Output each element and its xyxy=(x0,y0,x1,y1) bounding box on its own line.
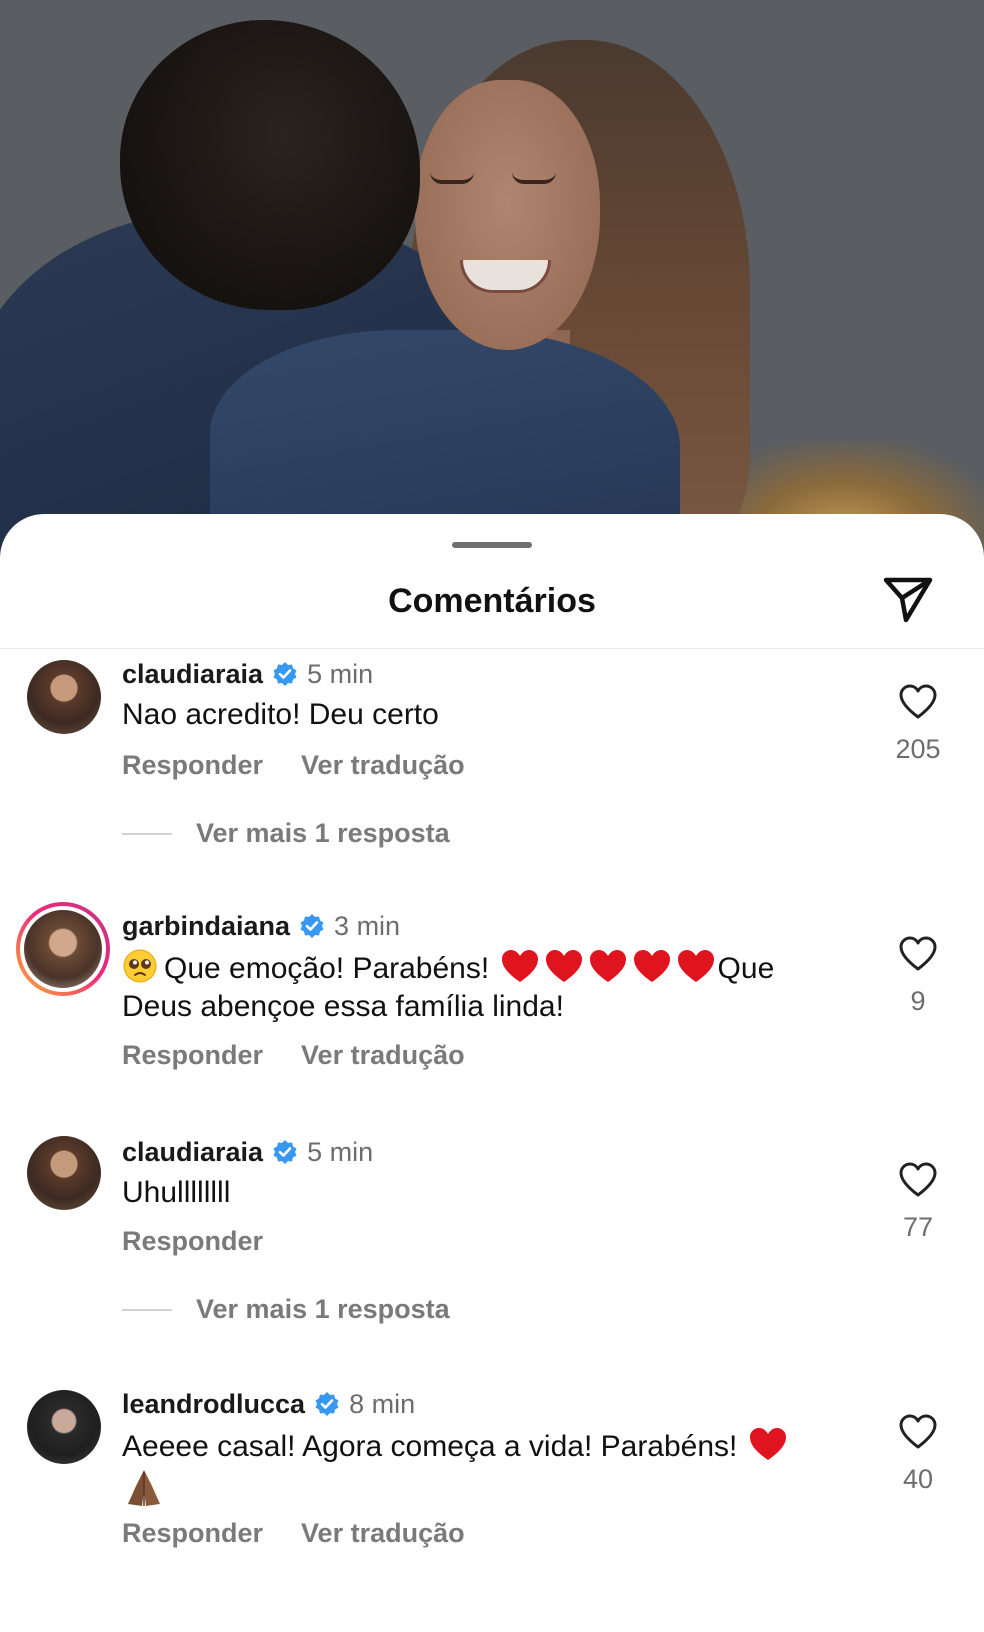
translate-button[interactable]: Ver tradução xyxy=(301,750,465,781)
comment-actions: Responder Ver tradução xyxy=(122,1518,465,1549)
comment-meta: claudiaraia 5 min xyxy=(122,1134,373,1170)
paper-plane-icon[interactable] xyxy=(880,570,936,626)
comment-time: 5 min xyxy=(307,1136,374,1167)
red-heart-emoji-icon xyxy=(633,950,670,982)
verified-badge-icon xyxy=(300,914,324,938)
woman-eye-right xyxy=(512,172,556,184)
verified-badge-icon xyxy=(315,1392,339,1416)
view-replies-label: Ver mais 1 resposta xyxy=(196,818,450,848)
red-heart-emoji-icon xyxy=(545,950,582,982)
like-block: 77 xyxy=(878,1160,958,1243)
heart-outline-icon[interactable] xyxy=(898,682,938,722)
comment-text-part: Que xyxy=(717,952,775,985)
comment-text: Que emoção! Parabéns! Que Deus abençoe e… xyxy=(122,948,842,1026)
heart-outline-icon[interactable] xyxy=(898,1160,938,1200)
comment-actions: Responder Ver tradução xyxy=(122,1040,465,1071)
woman-face xyxy=(415,80,600,350)
red-heart-emoji-icon xyxy=(501,950,538,982)
like-count: 77 xyxy=(902,1212,934,1242)
comment-text: Nao acredito! Deu certo xyxy=(122,698,439,731)
avatar-story-ring[interactable] xyxy=(16,902,110,996)
like-count: 9 xyxy=(910,986,926,1016)
folded-hands-emoji-icon xyxy=(128,1470,160,1506)
like-count: 205 xyxy=(895,734,941,764)
comment-text-part: Que emoção! Parabéns! xyxy=(164,952,490,985)
sheet-drag-handle[interactable] xyxy=(452,542,532,548)
reply-button[interactable]: Responder xyxy=(122,1040,263,1071)
verified-badge-icon xyxy=(273,1140,297,1164)
comment-text-line: Deus abençoe essa família linda! xyxy=(122,990,564,1023)
post-photo xyxy=(0,0,984,560)
view-replies-button[interactable]: Ver mais 1 resposta xyxy=(122,1294,450,1325)
like-block: 205 xyxy=(878,682,958,765)
comment-text: Aeeee casal! Agora começa a vida! Parabé… xyxy=(122,1426,842,1514)
reply-button[interactable]: Responder xyxy=(122,1518,263,1549)
sheet-title: Comentários xyxy=(388,582,596,620)
comment-text: Uhullllllll xyxy=(122,1176,231,1209)
replies-line xyxy=(122,832,172,835)
comments-sheet: Comentários claudiaraia 5 min Nao acredi… xyxy=(0,514,984,1632)
username[interactable]: claudiaraia xyxy=(122,1137,263,1168)
comment-actions: Responder xyxy=(122,1226,263,1257)
username[interactable]: leandrodlucca xyxy=(122,1389,305,1420)
heart-outline-icon[interactable] xyxy=(898,1412,938,1452)
sheet-divider xyxy=(0,648,984,649)
red-heart-emoji-icon xyxy=(589,950,626,982)
like-block: 40 xyxy=(878,1412,958,1495)
comment-time: 3 min xyxy=(334,910,401,941)
username[interactable]: claudiaraia xyxy=(122,659,263,690)
red-heart-emoji-icon xyxy=(677,950,714,982)
reply-button[interactable]: Responder xyxy=(122,1226,263,1257)
avatar[interactable] xyxy=(27,1390,101,1464)
view-replies-label: Ver mais 1 resposta xyxy=(196,1294,450,1324)
heart-outline-icon[interactable] xyxy=(898,934,938,974)
avatar[interactable] xyxy=(27,660,101,734)
verified-badge-icon xyxy=(273,662,297,686)
comment-meta: leandrodlucca 8 min xyxy=(122,1386,415,1422)
username[interactable]: garbindaiana xyxy=(122,911,290,942)
like-count: 40 xyxy=(902,1464,934,1494)
view-replies-button[interactable]: Ver mais 1 resposta xyxy=(122,818,450,849)
reply-button[interactable]: Responder xyxy=(122,750,263,781)
like-block: 9 xyxy=(878,934,958,1017)
translate-button[interactable]: Ver tradução xyxy=(301,1518,465,1549)
red-heart-emoji-icon xyxy=(749,1428,786,1460)
comment-time: 8 min xyxy=(349,1388,416,1419)
avatar[interactable] xyxy=(27,1136,101,1210)
avatar xyxy=(20,906,106,992)
pleading-face-emoji-icon xyxy=(123,949,157,983)
comment-meta: garbindaiana 3 min xyxy=(122,908,400,944)
comment-time: 5 min xyxy=(307,658,374,689)
comment-text-part: Aeeee casal! Agora começa a vida! Parabé… xyxy=(122,1430,738,1463)
comment-actions: Responder Ver tradução xyxy=(122,750,465,781)
comment-meta: claudiaraia 5 min xyxy=(122,656,373,692)
woman-eye-left xyxy=(430,172,474,184)
replies-line xyxy=(122,1308,172,1311)
translate-button[interactable]: Ver tradução xyxy=(301,1040,465,1071)
man-head xyxy=(120,20,420,310)
